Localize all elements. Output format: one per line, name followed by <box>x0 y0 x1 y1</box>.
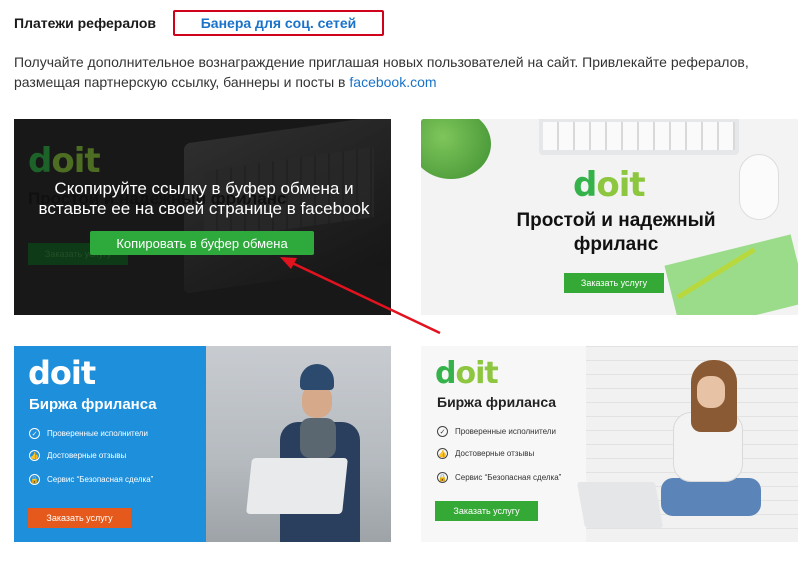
banner-title: Простой и надежный фриланс <box>516 210 716 255</box>
order-button: Заказать услугу <box>564 273 664 293</box>
banner-blue[interactable]: doit Биржа фриланса ✓ Проверенные исполни… <box>14 346 391 542</box>
copy-to-clipboard-button[interactable]: Копировать в буфер обмена <box>90 231 314 255</box>
check-icon: ✓ <box>29 428 40 439</box>
tab-banners[interactable]: Банера для соц. сетей <box>173 10 384 36</box>
intro-text: Получайте дополнительное вознаграждение … <box>14 52 794 92</box>
copy-instruction: Скопируйте ссылку в буфер обмена и встав… <box>38 179 370 218</box>
feature-item: 👍 Достоверные отзывы <box>29 450 127 461</box>
check-icon: ✓ <box>437 426 448 437</box>
woman-with-laptop-image <box>651 360 761 542</box>
thumbs-up-icon: 👍 <box>29 450 40 461</box>
man-with-laptop-image <box>272 364 362 542</box>
laptop-image <box>246 458 348 514</box>
doit-logo: doit <box>28 354 96 392</box>
doit-logo: doit <box>573 165 646 205</box>
feature-item: ✓ Проверенные исполнители <box>437 426 556 437</box>
lock-icon: 🔒 <box>437 472 448 483</box>
feature-item: ✓ Проверенные исполнители <box>29 428 148 439</box>
plant-image <box>421 119 491 179</box>
order-button: Заказать услугу <box>28 508 131 528</box>
tab-payments[interactable]: Платежи рефералов <box>14 15 156 31</box>
facebook-link[interactable]: facebook.com <box>349 74 436 90</box>
banner-dark[interactable]: doit Простой и надежный фриланс Заказать… <box>14 119 391 315</box>
feature-item: 👍 Достоверные отзывы <box>437 448 535 459</box>
banner-white-desk[interactable]: doit Простой и надежный фриланс Заказать… <box>421 119 798 315</box>
banner-title: Биржа фриланса <box>29 396 157 413</box>
feature-item: 🔒 Сервис “Безопасная сделка” <box>437 472 562 483</box>
lock-icon: 🔒 <box>29 474 40 485</box>
tabs-bar: Платежи рефералов <box>14 10 156 36</box>
keyboard-keys <box>543 122 735 150</box>
thumbs-up-icon: 👍 <box>437 448 448 459</box>
laptop-image <box>576 482 664 528</box>
feature-item: 🔒 Сервис “Безопасная сделка” <box>29 474 154 485</box>
doit-logo: doit <box>435 356 499 391</box>
banner-title: Биржа фриланса <box>437 394 557 410</box>
order-button: Заказать услугу <box>435 501 538 521</box>
banner-white-brick[interactable]: doit Биржа фриланса ✓ Проверенные исполни… <box>421 346 798 542</box>
